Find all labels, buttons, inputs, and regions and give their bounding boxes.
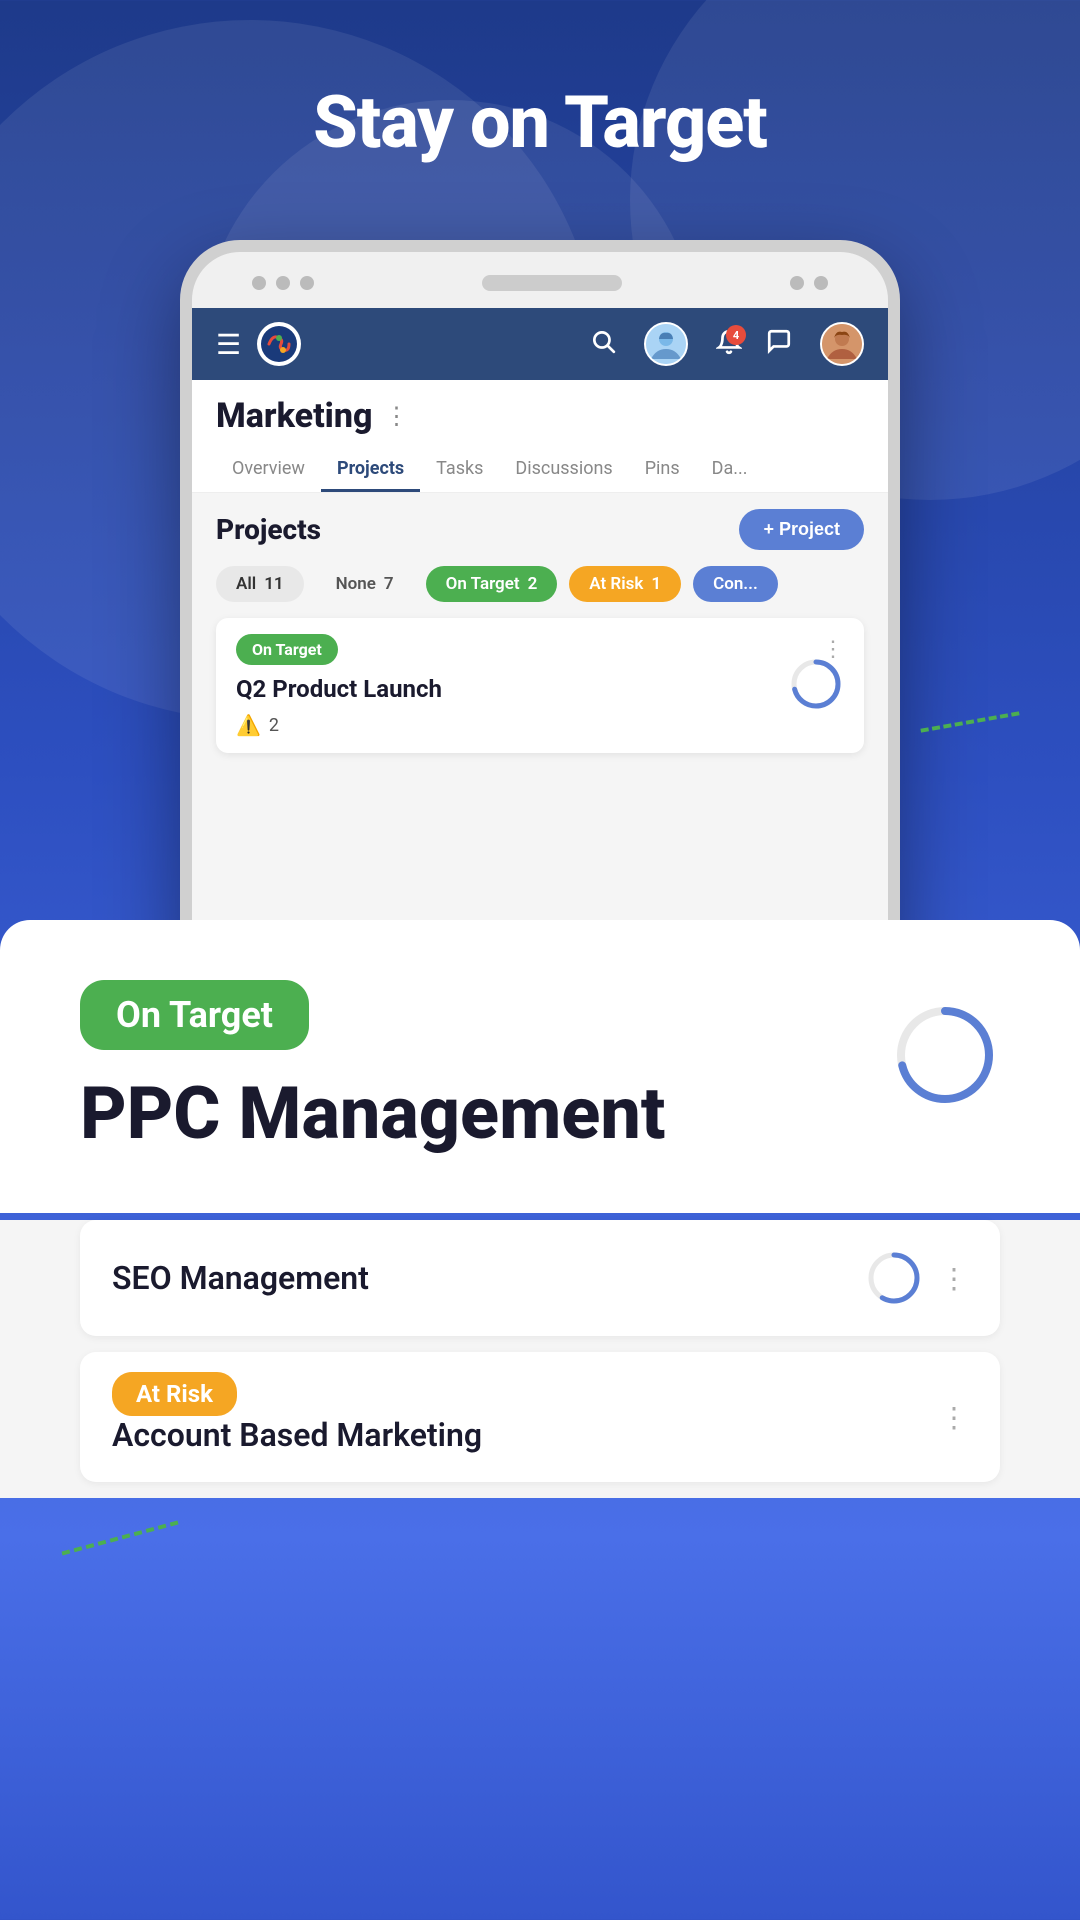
projects-header: Projects + Project: [216, 509, 864, 550]
page-options-icon[interactable]: ⋮: [384, 402, 408, 430]
notification-bell[interactable]: 4: [716, 329, 742, 359]
seo-menu[interactable]: ⋮: [940, 1262, 968, 1295]
chat-icon[interactable]: [766, 328, 792, 361]
project-1-title: Q2 Product Launch: [236, 675, 844, 703]
add-project-label: + Project: [763, 519, 840, 540]
filter-more[interactable]: Con...: [693, 566, 778, 602]
hero-title: Stay on Target: [0, 80, 1080, 165]
tab-discussions[interactable]: Discussions: [499, 448, 628, 492]
phone-dot-4: [790, 276, 804, 290]
deco-line-right: [920, 711, 1019, 732]
tab-tasks[interactable]: Tasks: [420, 448, 499, 492]
phone-dot-2: [276, 276, 290, 290]
search-icon[interactable]: [590, 328, 616, 361]
filter-on-target-count: 2: [528, 574, 538, 594]
tab-pins[interactable]: Pins: [629, 448, 696, 492]
lower-status-badge: On Target: [80, 980, 309, 1050]
filter-on-target[interactable]: On Target 2: [426, 566, 558, 602]
abm-status-badge: At Risk: [112, 1372, 237, 1416]
lower-progress-circle: [890, 1000, 1000, 1114]
phone-top-bar: [192, 268, 888, 298]
filter-at-risk[interactable]: At Risk 1: [569, 566, 681, 602]
tab-dashboard[interactable]: Da...: [696, 448, 764, 492]
user-avatar-2[interactable]: [820, 322, 864, 366]
deco-line-left: [62, 1521, 179, 1556]
page-header: Marketing ⋮ Overview Projects Tasks Disc…: [192, 380, 888, 493]
phone-dot-5: [814, 276, 828, 290]
lower-project-title: PPC Management: [80, 1074, 1000, 1153]
list-item-abm: At Risk Account Based Marketing ⋮: [80, 1352, 1000, 1482]
filter-all-count: 11: [264, 574, 283, 594]
filter-at-risk-count: 1: [651, 574, 661, 594]
tabs-bar: Overview Projects Tasks Discussions Pins…: [216, 448, 864, 492]
seo-progress: [864, 1248, 924, 1308]
app-content: ☰: [192, 308, 888, 1008]
page-title: Marketing: [216, 396, 372, 436]
hamburger-menu-icon[interactable]: ☰: [216, 328, 241, 361]
phone-notch: [482, 275, 622, 291]
seo-title: SEO Management: [112, 1259, 369, 1297]
filter-more-label: Con...: [713, 574, 758, 594]
filter-none[interactable]: None 7: [316, 566, 414, 602]
warning-count: 2: [269, 715, 279, 736]
project-1-warning: ⚠️ 2: [236, 713, 844, 737]
phone-dot-1: [252, 276, 266, 290]
user-avatar-1[interactable]: [644, 322, 688, 366]
notification-count: 4: [726, 325, 746, 345]
add-project-button[interactable]: + Project: [739, 509, 864, 550]
filter-none-label: None: [336, 574, 376, 594]
project-card-1: On Target ⋮ Q2 Product Launch ⚠️ 2: [216, 618, 864, 753]
filter-none-count: 7: [384, 574, 394, 594]
warning-icon: ⚠️: [236, 713, 261, 737]
app-logo: [257, 322, 301, 366]
phone-dot-3: [300, 276, 314, 290]
projects-section: Projects + Project All 11 None 7: [192, 493, 888, 781]
abm-title: Account Based Marketing: [112, 1416, 482, 1454]
filter-all[interactable]: All 11: [216, 566, 304, 602]
phone-mockup: ☰: [180, 240, 900, 1020]
abm-menu[interactable]: ⋮: [940, 1401, 968, 1434]
projects-section-title: Projects: [216, 513, 321, 546]
filter-all-label: All: [236, 574, 256, 594]
tab-overview[interactable]: Overview: [216, 448, 321, 492]
project-1-status: On Target: [236, 634, 338, 665]
tab-projects[interactable]: Projects: [321, 448, 420, 492]
filter-at-risk-label: At Risk: [589, 574, 643, 594]
filter-pills: All 11 None 7 On Target 2 At Risk 1: [216, 566, 864, 602]
filter-on-target-label: On Target: [446, 574, 520, 594]
project-1-progress: [788, 656, 844, 712]
app-header: ☰: [192, 308, 888, 380]
list-section: SEO Management ⋮ At Risk Account Based M…: [0, 1220, 1080, 1498]
list-item-seo: SEO Management ⋮: [80, 1220, 1000, 1336]
lower-section: On Target PPC Management: [0, 920, 1080, 1213]
